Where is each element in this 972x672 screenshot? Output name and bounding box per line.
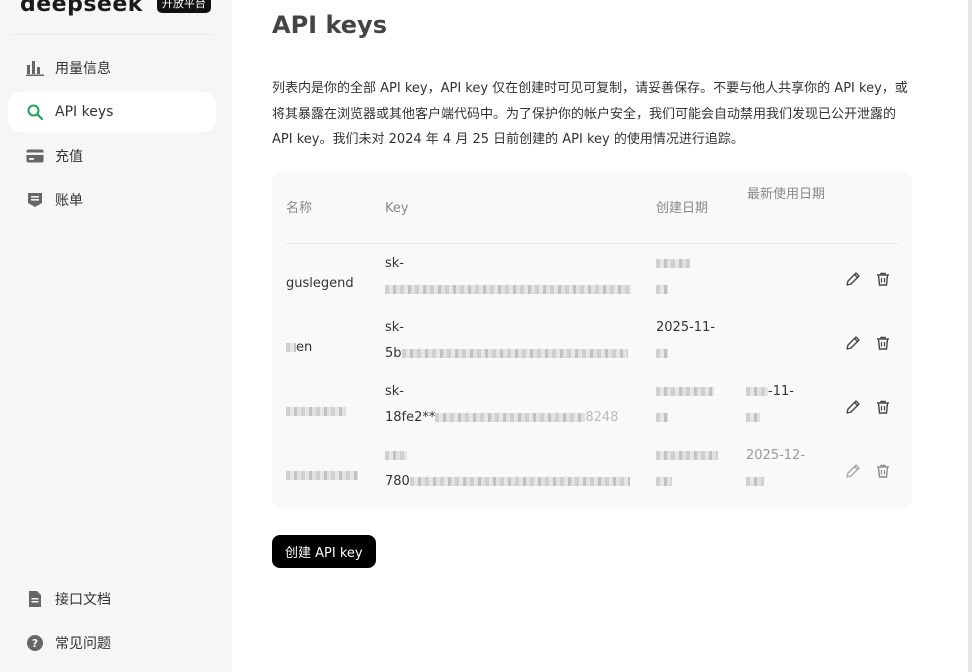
key-search-icon <box>25 102 45 122</box>
sidebar-item-label: 常见问题 <box>55 636 111 652</box>
sidebar-item-label: 用量信息 <box>55 61 111 77</box>
brand-badge: 开放平台 <box>156 0 211 13</box>
edit-icon[interactable] <box>843 269 863 289</box>
bill-icon <box>25 190 45 210</box>
page-title: API keys <box>272 11 387 39</box>
key-name <box>286 463 370 489</box>
key-name: guslegend <box>286 276 354 291</box>
table-row: en sk- 5b 2025-11- <box>272 317 912 381</box>
created-date <box>656 379 726 431</box>
sidebar-item-label: API keys <box>55 104 114 120</box>
main-content: API keys 列表内是你的全部 API key，API key 仅在创建时可… <box>232 0 972 672</box>
sidebar-item-recharge[interactable]: 充值 <box>8 136 216 176</box>
key-name: en <box>286 335 370 361</box>
key-value: sk- 5b <box>385 315 635 367</box>
svg-text:?: ? <box>32 637 38 650</box>
last-used-date: -11- <box>746 379 820 431</box>
document-icon <box>25 589 45 609</box>
column-header-key: Key <box>385 201 409 216</box>
api-keys-table: 名称 Key 创建日期 最新使用日期 guslegend sk- en sk- … <box>272 171 912 509</box>
edit-icon[interactable] <box>843 333 863 353</box>
key-value: sk- <box>385 251 635 303</box>
window-edge <box>968 0 972 672</box>
edit-icon[interactable] <box>843 461 863 481</box>
key-line <box>385 443 635 469</box>
help-icon: ? <box>25 633 45 653</box>
sidebar-item-label: 接口文档 <box>55 592 111 608</box>
key-line: sk- <box>385 256 404 271</box>
create-api-key-button[interactable]: 创建 API key <box>272 535 376 568</box>
sidebar-item-faq[interactable]: ? 常见问题 <box>8 623 216 663</box>
table-row: sk- 18fe2** 8248 -11- <box>272 381 912 445</box>
sidebar-divider <box>10 34 214 35</box>
key-name <box>286 399 370 425</box>
brand[interactable]: deepseek 开放平台 <box>20 0 211 18</box>
sidebar-item-label: 充值 <box>55 149 83 165</box>
key-line <box>385 277 635 303</box>
key-value: 780 <box>385 443 635 495</box>
created-date <box>656 251 726 303</box>
sidebar-item-usage[interactable]: 用量信息 <box>8 48 216 88</box>
trash-icon[interactable] <box>873 461 893 481</box>
last-used-date: 2025-12- <box>746 443 820 495</box>
table-row: guslegend sk- <box>272 253 912 317</box>
created-date: 2025-11- <box>656 315 726 367</box>
trash-icon[interactable] <box>873 333 893 353</box>
column-header-name: 名称 <box>286 201 313 216</box>
sidebar-item-label: 账单 <box>55 193 83 209</box>
trash-icon[interactable] <box>873 269 893 289</box>
column-header-last-used: 最新使用日期 <box>747 187 826 202</box>
sidebar-item-bills[interactable]: 账单 <box>8 180 216 220</box>
bar-chart-icon <box>25 58 45 78</box>
sidebar: deepseek 开放平台 用量信息 API keys 充值 账单 接口文档 ?… <box>0 0 232 672</box>
key-line: 5b <box>385 341 635 367</box>
created-date <box>656 443 726 495</box>
key-line: 780 <box>385 469 635 495</box>
sidebar-item-api-docs[interactable]: 接口文档 <box>8 579 216 619</box>
key-line: 18fe2** 8248 <box>385 410 619 425</box>
table-row: 780 2025-12- <box>272 445 912 509</box>
table-divider <box>286 243 898 244</box>
sidebar-item-api-keys[interactable]: API keys <box>8 92 216 132</box>
intro-text: 列表内是你的全部 API key，API key 仅在创建时可见可复制，请妥善保… <box>272 81 908 147</box>
card-icon <box>25 146 45 166</box>
key-value: sk- 18fe2** 8248 <box>385 379 635 431</box>
key-line: sk- <box>385 320 404 335</box>
trash-icon[interactable] <box>873 397 893 417</box>
column-header-created: 创建日期 <box>656 201 709 216</box>
key-line: sk- <box>385 384 404 399</box>
brand-logo: deepseek <box>20 0 143 17</box>
edit-icon[interactable] <box>843 397 863 417</box>
